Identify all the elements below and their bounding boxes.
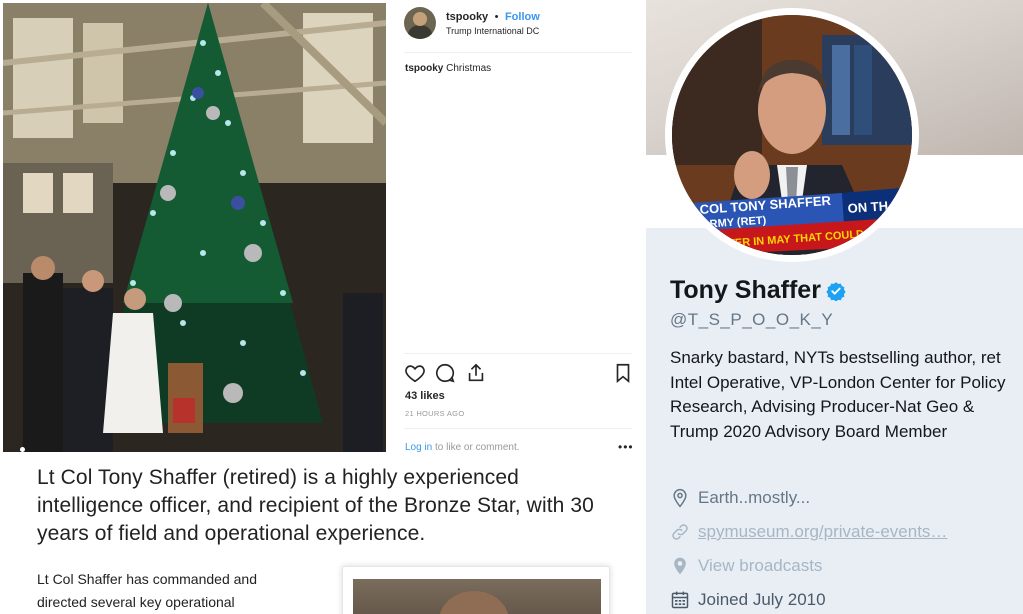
profile-location: Earth..mostly... (670, 488, 810, 508)
location-link[interactable]: Trump International DC (446, 24, 540, 38)
article-lead: Lt Col Tony Shaffer (retired) is a highl… (37, 466, 594, 545)
periscope-icon (674, 557, 686, 575)
profile-bio: Snarky bastard, NYTs bestselling author,… (670, 348, 1006, 441)
login-link[interactable]: Log in (405, 442, 432, 453)
separator-dot: • (494, 10, 499, 23)
article-section: Lt Col Tony Shaffer (retired) is a highl… (0, 460, 646, 614)
website-link[interactable]: spymuseum.org/private-events… (698, 522, 947, 542)
location-text: Earth..mostly... (698, 488, 811, 507)
broadcasts-link[interactable]: View broadcasts (698, 556, 822, 576)
post-timestamp: 21 HOURS AGO (405, 409, 465, 418)
profile-broadcasts[interactable]: View broadcasts (670, 556, 822, 576)
profile-handle: @T_S_P_O_O_K_Y (670, 310, 834, 329)
instagram-post-panel: tspooky • Follow Trump International DC … (386, 0, 646, 460)
profile-name-row: Tony Shaffer (670, 276, 846, 305)
verified-badge-icon (826, 281, 846, 301)
heart-icon[interactable] (404, 362, 426, 384)
tv-still-image: COL TONY SHAFFER ARMY (RET) ON TH GHTER … (672, 15, 912, 255)
chyron-on-label: ON TH (847, 198, 888, 216)
comment-icon[interactable] (434, 362, 456, 384)
post-photo[interactable] (3, 3, 386, 452)
twitter-profile: COL TONY SHAFFER ARMY (RET) ON TH GHTER … (646, 0, 1023, 614)
divider (404, 428, 632, 429)
post-actions (404, 362, 634, 386)
profile-joined: Joined July 2010 (670, 590, 826, 610)
christmas-tree-photo (3, 3, 386, 452)
article-body: Lt Col Shaffer has commanded and directe… (37, 571, 257, 610)
carousel-dot (20, 447, 25, 452)
likes-count[interactable]: 43 likes (405, 390, 445, 402)
link-icon (672, 524, 688, 540)
bookmark-icon[interactable] (612, 362, 634, 384)
caption-text: Christmas (446, 63, 492, 74)
username-link[interactable]: tspooky (446, 11, 488, 23)
portrait-image (353, 579, 601, 614)
login-prompt-text: to like or comment. (432, 442, 520, 453)
avatar-image: COL TONY SHAFFER ARMY (RET) ON TH GHTER … (672, 15, 912, 255)
share-icon[interactable] (465, 362, 487, 384)
profile-website[interactable]: spymuseum.org/private-events… (670, 522, 947, 542)
divider (404, 52, 632, 53)
post-header-text: tspooky • Follow Trump International DC (446, 9, 540, 38)
login-prompt: Log in to like or comment. (405, 442, 520, 453)
joined-text: Joined July 2010 (698, 590, 826, 609)
location-pin-icon (673, 488, 687, 508)
post-caption: tspooky Christmas (405, 63, 491, 74)
article-inset-image (342, 566, 610, 614)
follow-button[interactable]: Follow (505, 11, 540, 23)
calendar-icon (671, 591, 689, 609)
screenshot-collage: tspooky • Follow Trump International DC … (0, 0, 1023, 614)
post-header: tspooky • Follow Trump International DC (404, 6, 540, 40)
more-options-icon[interactable]: ••• (618, 440, 634, 454)
profile-avatar[interactable]: COL TONY SHAFFER ARMY (RET) ON TH GHTER … (665, 8, 919, 262)
caption-username[interactable]: tspooky (405, 63, 443, 74)
divider (404, 353, 632, 354)
profile-name: Tony Shaffer (670, 276, 821, 304)
user-avatar[interactable] (404, 7, 436, 39)
